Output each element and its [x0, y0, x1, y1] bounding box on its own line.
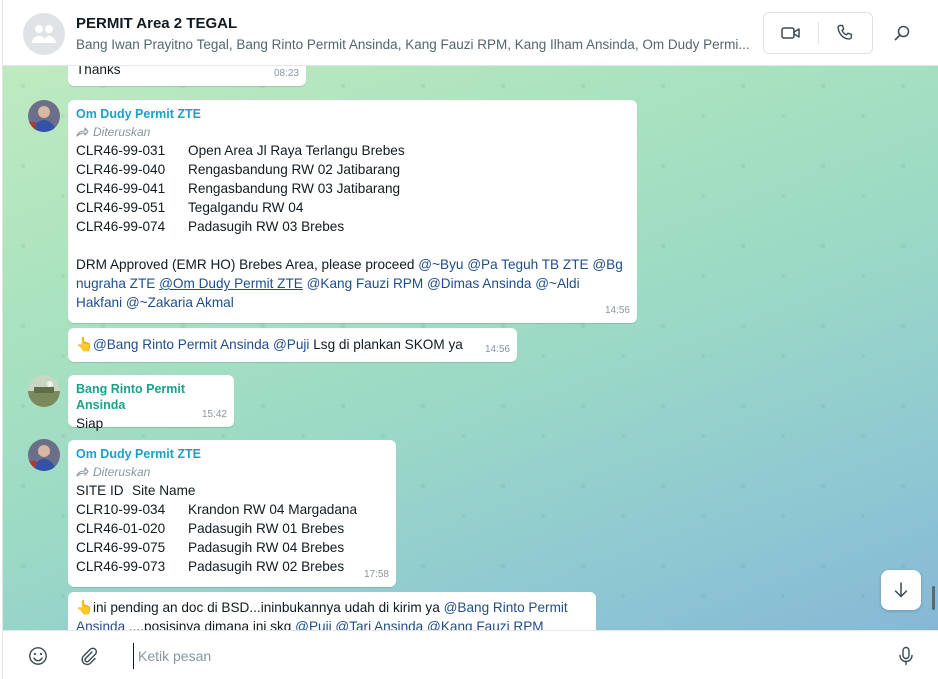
mention[interactable]: @Tari Ansinda — [335, 619, 423, 630]
message-time: 17:58 — [363, 569, 389, 580]
paperclip-icon — [81, 647, 98, 666]
group-avatar[interactable] — [23, 13, 65, 55]
message-bubble[interactable]: 👆ini pending an doc di BSD...ininbukanny… — [68, 592, 596, 630]
video-camera-icon — [781, 27, 800, 39]
avatar[interactable] — [28, 439, 60, 471]
avatar[interactable] — [28, 100, 60, 132]
forwarded-label: Diteruskan — [76, 463, 388, 481]
arrow-down-icon — [894, 582, 908, 598]
smiley-icon — [29, 647, 47, 665]
mention[interactable]: @~Zakaria Akmal — [126, 295, 234, 310]
message-bubble[interactable]: Om Dudy Permit ZTE Diteruskan SITE ID Sit… — [68, 440, 396, 587]
message-time: 08:23 — [273, 68, 299, 79]
chat-header: PERMIT Area 2 TEGAL Bang Iwan Prayitno T… — [3, 0, 938, 66]
message-text: DRM Approved (EMR HO) Brebes Area, pleas… — [76, 257, 623, 310]
message-bubble[interactable]: Om Dudy Permit ZTE Diteruskan CLR46-99-0… — [68, 100, 637, 323]
group-members[interactable]: Bang Iwan Prayitno Tegal, Bang Rinto Per… — [76, 37, 756, 52]
mention[interactable]: @~Byu — [418, 257, 463, 272]
search-icon — [894, 25, 910, 41]
search-button[interactable] — [887, 18, 917, 48]
mention[interactable]: @Puji — [295, 619, 331, 630]
message-input[interactable] — [133, 643, 873, 669]
forward-icon — [76, 127, 89, 137]
message-time: 14:56 — [484, 344, 510, 355]
voice-call-button[interactable] — [819, 13, 873, 53]
site-table: SITE ID Site Name CLR10-99-034 Krandon RW … — [76, 483, 358, 574]
message-time: 15:42 — [201, 409, 227, 420]
emoji-button[interactable] — [25, 643, 51, 669]
video-call-button[interactable] — [764, 13, 818, 53]
group-icon — [32, 25, 56, 43]
mention[interactable]: @Dimas Ansinda — [427, 276, 531, 291]
message-time: 14:56 — [604, 305, 630, 316]
phone-icon — [837, 24, 853, 40]
forwarded-label: Diteruskan — [76, 123, 629, 141]
mention[interactable]: @Kang Fauzi RPM — [427, 619, 544, 630]
message-bubble[interactable]: Thanks 08:23 — [68, 66, 306, 86]
mention[interactable]: @Puji — [273, 337, 309, 352]
pointing-up-emoji: 👆 — [76, 337, 93, 352]
chat-title[interactable]: PERMIT Area 2 TEGAL — [76, 15, 237, 32]
chat-window: PERMIT Area 2 TEGAL Bang Iwan Prayitno T… — [2, 0, 938, 679]
voice-message-button[interactable] — [893, 643, 919, 669]
mention[interactable]: @Pa Teguh TB ZTE — [467, 257, 588, 272]
call-controls — [763, 12, 873, 54]
message-composer — [3, 630, 938, 679]
mention[interactable]: @Om Dudy Permit ZTE — [159, 276, 303, 291]
message-text: Thanks — [76, 66, 121, 77]
sender-name[interactable]: Om Dudy Permit ZTE — [76, 106, 629, 122]
forward-icon — [76, 467, 89, 477]
attach-button[interactable] — [76, 643, 102, 669]
message-bubble[interactable]: Bang Rinto Permit Ansinda Siap 15:42 — [68, 375, 234, 431]
message-text: Lsg di plankan SKOM ya — [309, 337, 463, 352]
mention[interactable]: @Bang Rinto Permit Ansinda — [93, 337, 269, 352]
scroll-to-bottom-button[interactable] — [881, 570, 921, 610]
pointing-up-emoji: 👆 — [76, 600, 93, 615]
microphone-icon — [899, 646, 913, 666]
avatar[interactable] — [28, 375, 60, 407]
message-bubble[interactable]: 👆@Bang Rinto Permit Ansinda @Puji Lsg di… — [68, 328, 517, 362]
message-text: 👆ini pending an doc di BSD...ininbukanny… — [76, 598, 586, 630]
message-list[interactable]: Thanks 08:23 Om Dudy Permit ZTE Diterusk… — [3, 66, 938, 630]
site-table: CLR46-99-031 Open Area Jl Raya Terlangu B… — [76, 143, 405, 234]
mention[interactable]: @Kang Fauzi RPM — [307, 276, 424, 291]
sender-name[interactable]: Om Dudy Permit ZTE — [76, 446, 388, 462]
scrollbar-thumb[interactable] — [932, 586, 935, 610]
